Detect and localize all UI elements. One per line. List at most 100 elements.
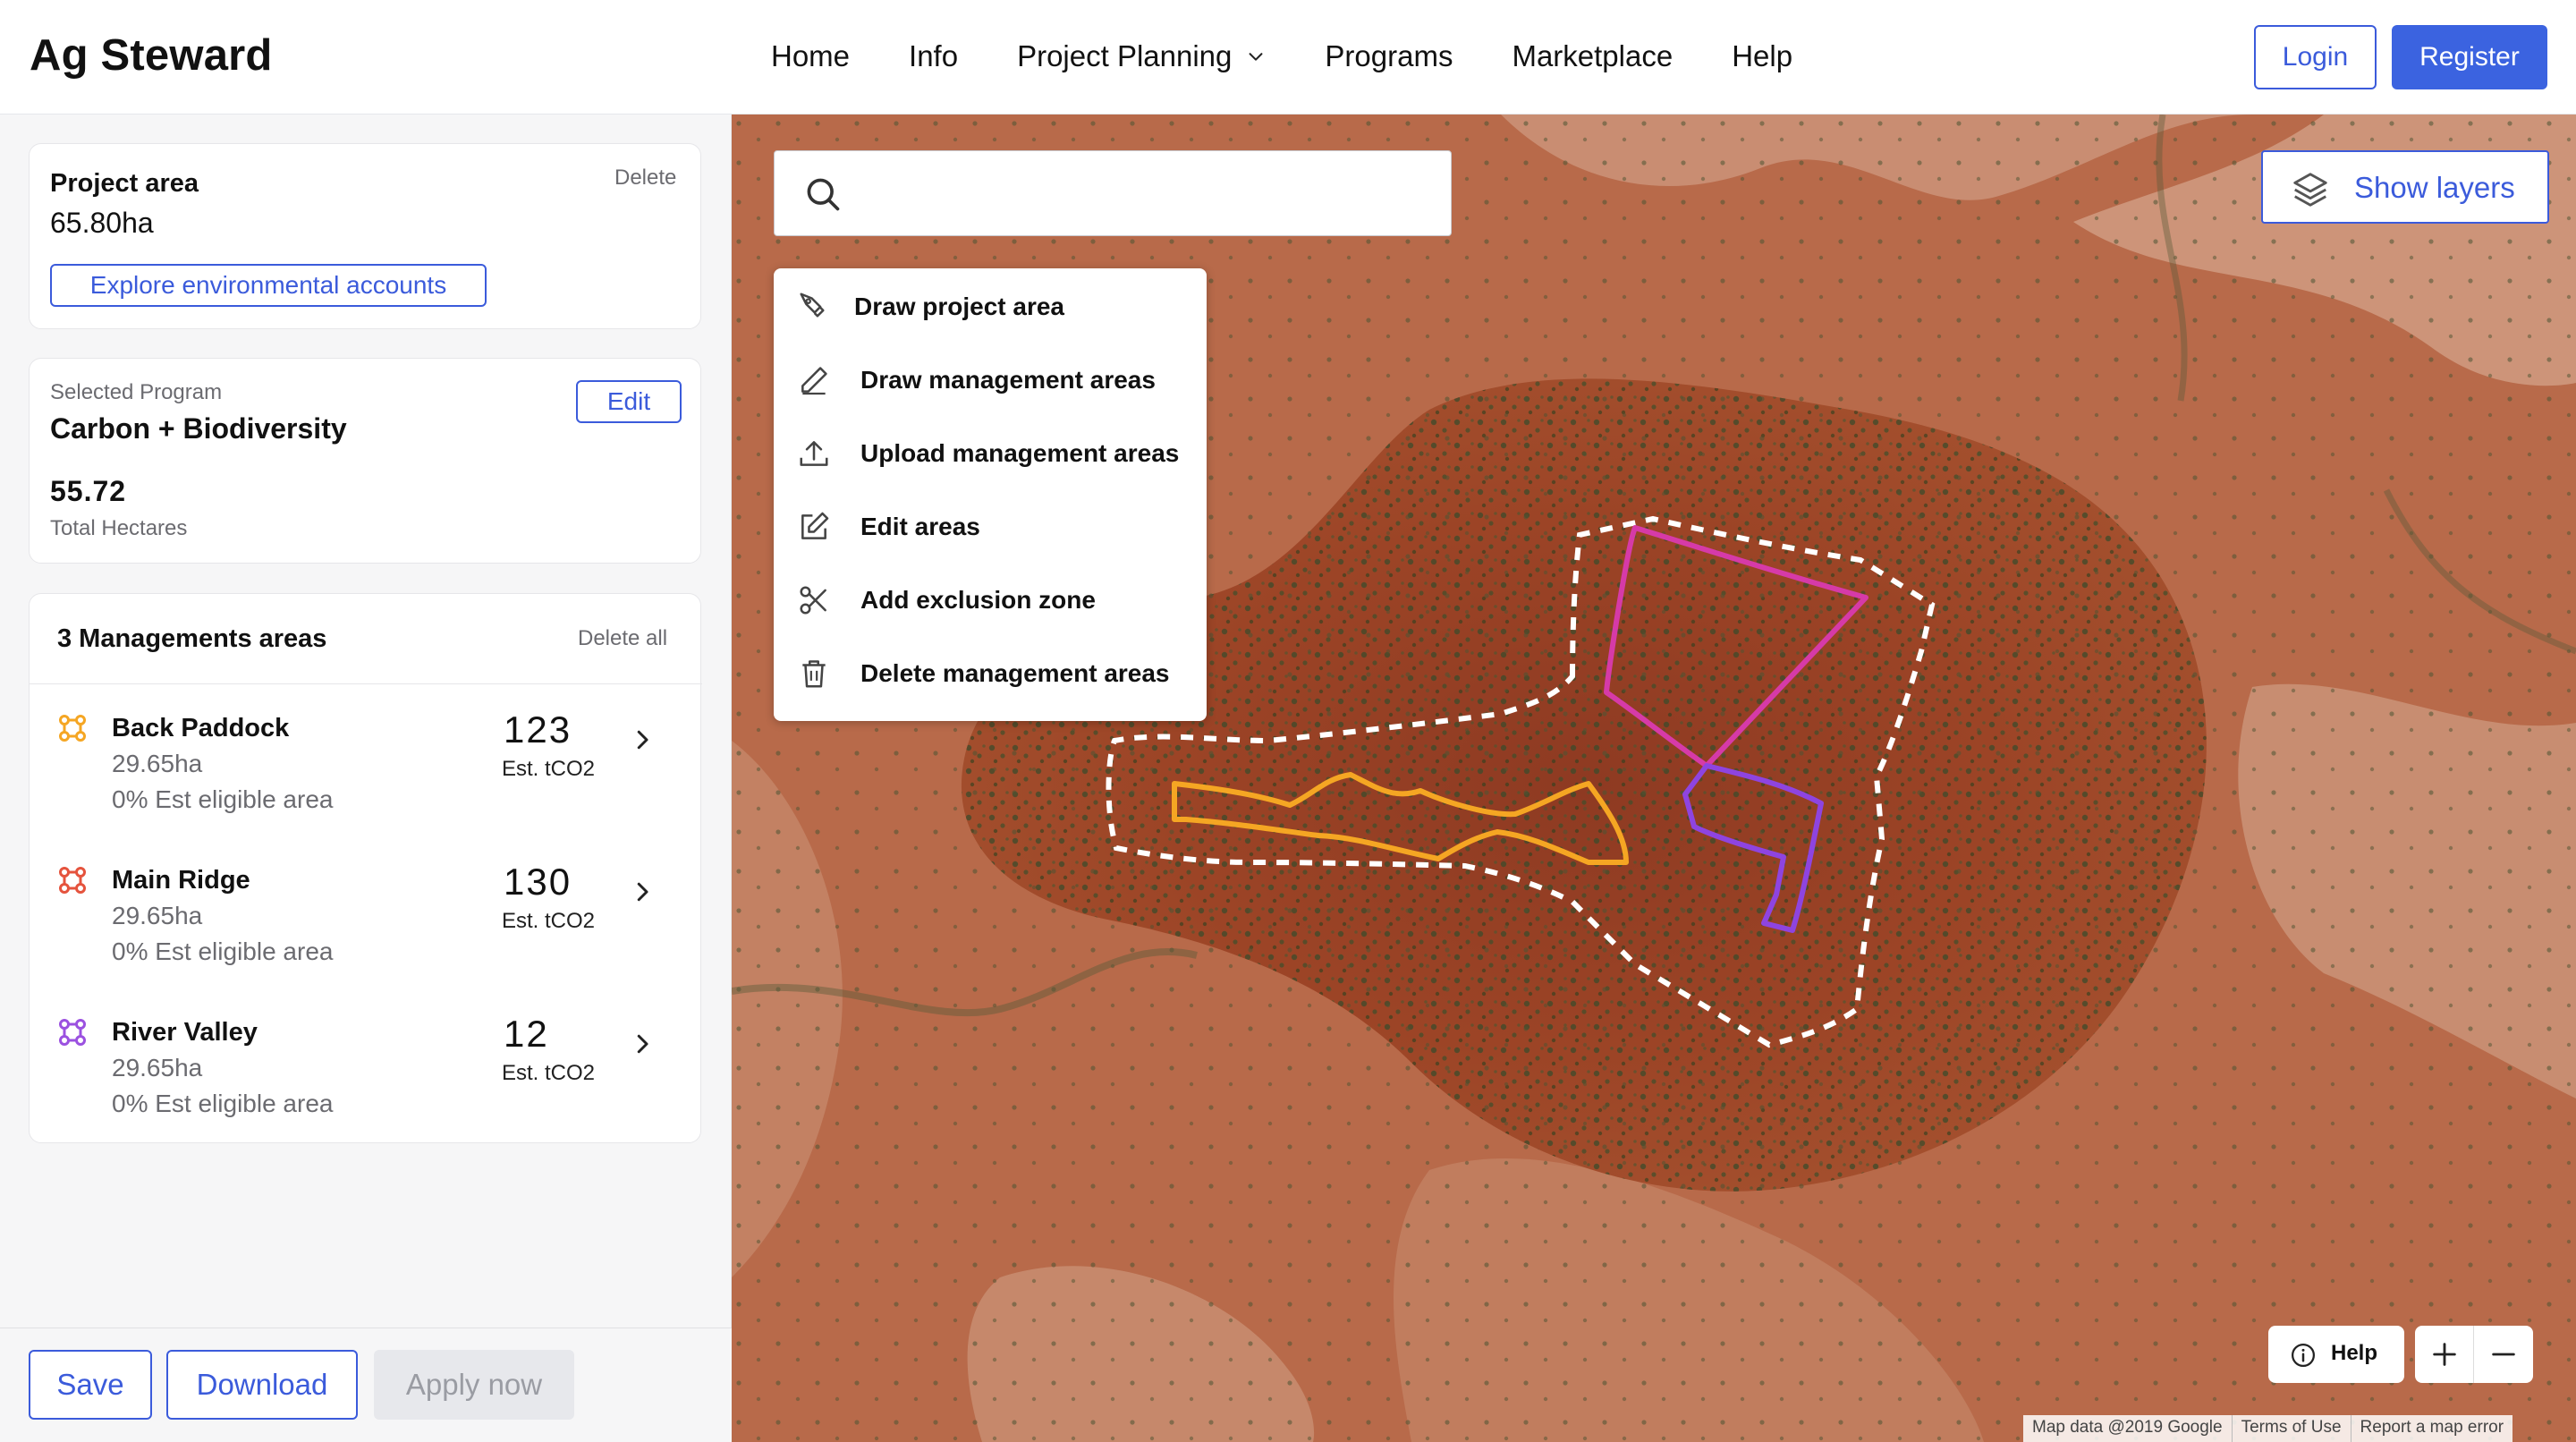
tool-draw-project-area[interactable]: Draw project area: [774, 270, 1207, 344]
project-delete-link[interactable]: Delete: [614, 165, 676, 191]
nav-programs[interactable]: Programs: [1325, 39, 1453, 73]
tool-label: Add exclusion zone: [860, 586, 1096, 614]
nav-programs-label: Programs: [1325, 39, 1453, 72]
pen-tool-icon: [800, 293, 825, 318]
area-name: River Valley: [112, 1018, 258, 1047]
map-search-box[interactable]: [774, 150, 1452, 236]
area-tco2-value: 130: [504, 861, 572, 903]
area-tco2-value: 123: [504, 708, 572, 751]
management-area-row-back-paddock[interactable]: Back Paddock 29.65ha 0% Est eligible are…: [30, 708, 702, 866]
tool-label: Draw project area: [854, 293, 1064, 320]
map-view[interactable]: Draw project area Draw management areas …: [732, 115, 2576, 1442]
tool-edit-areas[interactable]: Edit areas: [774, 490, 1207, 564]
edit-program-button[interactable]: Edit: [576, 380, 682, 423]
chevron-down-icon: [1249, 53, 1263, 61]
tool-label: Upload management areas: [860, 439, 1180, 467]
tool-label: Delete management areas: [860, 659, 1170, 687]
tool-upload-management-areas[interactable]: Upload management areas: [774, 417, 1207, 490]
tool-add-exclusion-zone[interactable]: Add exclusion zone: [774, 564, 1207, 637]
nav-help-label: Help: [1732, 39, 1793, 72]
scissors-icon: [800, 586, 826, 615]
nav-info-label: Info: [909, 39, 959, 72]
area-tco2-unit: Est. tCO2: [502, 909, 596, 933]
management-areas-card: 3 Managements areas Delete all Back Padd…: [29, 593, 702, 1143]
explore-environmental-accounts-button[interactable]: Explore environmental accounts: [50, 264, 487, 307]
show-layers-label: Show layers: [2354, 171, 2515, 204]
apply-now-button[interactable]: Apply now: [374, 1350, 574, 1420]
tool-draw-management-areas[interactable]: Draw management areas: [774, 344, 1207, 417]
selected-program-card: Selected Program Carbon + Biodiversity E…: [29, 358, 701, 564]
app-logo[interactable]: Ag Steward: [30, 30, 273, 81]
zoom-out-button[interactable]: [2474, 1326, 2533, 1383]
chevron-right-icon[interactable]: [629, 878, 656, 905]
nav-home-label: Home: [771, 39, 851, 72]
area-name: Main Ridge: [112, 866, 250, 895]
map-data-credit: Map data @2019 Google: [2032, 1418, 2223, 1437]
search-icon: [807, 178, 840, 211]
pencil-icon: [801, 367, 827, 395]
area-eligible: 0% Est eligible area: [112, 1090, 334, 1117]
download-button[interactable]: Download: [166, 1350, 358, 1420]
top-navbar: Ag Steward Home Info Project Planning Pr…: [0, 0, 2576, 115]
program-name: Carbon + Biodiversity: [50, 412, 347, 445]
report-map-error-link[interactable]: Report a map error: [2350, 1415, 2513, 1442]
nav-project-planning-label: Project Planning: [1017, 39, 1233, 72]
nav-project-planning[interactable]: Project Planning: [1017, 39, 1266, 73]
chevron-right-icon[interactable]: [629, 726, 656, 753]
project-area-title: Project area: [50, 169, 199, 198]
selected-program-caption: Selected Program: [50, 380, 223, 404]
nav-marketplace[interactable]: Marketplace: [1512, 39, 1673, 73]
area-tco2-unit: Est. tCO2: [502, 1061, 596, 1085]
map-help-label: Help: [2331, 1341, 2378, 1365]
tool-label: Draw management areas: [860, 366, 1156, 394]
area-hectares: 29.65ha: [112, 902, 203, 929]
map-search-input[interactable]: [857, 169, 1429, 219]
polygon-icon: [59, 867, 86, 894]
area-eligible: 0% Est eligible area: [112, 937, 334, 965]
terms-of-use-link[interactable]: Terms of Use: [2231, 1415, 2351, 1442]
plus-icon: [2432, 1343, 2456, 1366]
map-help-button[interactable]: Help: [2268, 1326, 2404, 1383]
login-button[interactable]: Login: [2254, 25, 2377, 89]
area-name: Back Paddock: [112, 714, 290, 742]
zoom-controls: [2415, 1326, 2533, 1383]
nav-home[interactable]: Home: [771, 39, 850, 73]
area-hectares: 29.65ha: [112, 1054, 203, 1082]
polygon-icon: [59, 715, 86, 742]
map-attribution: Map data @2019 Google Terms of Use Repor…: [2023, 1415, 2513, 1442]
total-hectares-value: 55.72: [50, 475, 127, 507]
trash-icon: [802, 660, 826, 688]
management-areas-title: 3 Managements areas: [57, 624, 327, 653]
chevron-right-icon[interactable]: [629, 1031, 656, 1057]
total-hectares-label: Total Hectares: [50, 516, 188, 540]
area-tco2-unit: Est. tCO2: [502, 757, 596, 781]
project-area-value: 65.80ha: [50, 207, 154, 239]
delete-all-link[interactable]: Delete all: [578, 626, 667, 651]
nav-info[interactable]: Info: [909, 39, 958, 73]
info-icon: [2292, 1344, 2315, 1367]
management-area-row-river-valley[interactable]: River Valley 29.65ha 0% Est eligible are…: [30, 1013, 702, 1170]
drawing-tools-menu: Draw project area Draw management areas …: [774, 268, 1207, 721]
divider: [30, 683, 702, 684]
polygon-icon: [59, 1019, 86, 1046]
edit-square-icon: [801, 512, 829, 539]
upload-icon: [800, 441, 828, 466]
sidebar-footer: Save Download Apply now: [0, 1327, 732, 1442]
management-area-row-main-ridge[interactable]: Main Ridge 29.65ha 0% Est eligible area …: [30, 861, 702, 1018]
nav-help[interactable]: Help: [1732, 39, 1792, 73]
zoom-in-button[interactable]: [2415, 1326, 2474, 1383]
tool-delete-management-areas[interactable]: Delete management areas: [774, 637, 1207, 710]
main-nav: Home Info Project Planning Programs Mark…: [771, 39, 1852, 73]
register-button[interactable]: Register: [2392, 25, 2547, 89]
area-tco2-value: 12: [504, 1013, 549, 1055]
tool-label: Edit areas: [860, 513, 980, 540]
sidebar: Project area Delete 65.80ha Explore envi…: [0, 115, 732, 1442]
layers-icon: [2293, 173, 2327, 207]
project-area-card: Project area Delete 65.80ha Explore envi…: [29, 143, 701, 329]
area-eligible: 0% Est eligible area: [112, 785, 334, 813]
show-layers-button[interactable]: Show layers: [2261, 150, 2549, 224]
minus-icon: [2492, 1353, 2515, 1356]
save-button[interactable]: Save: [29, 1350, 152, 1420]
nav-marketplace-label: Marketplace: [1512, 39, 1674, 72]
area-hectares: 29.65ha: [112, 750, 203, 777]
